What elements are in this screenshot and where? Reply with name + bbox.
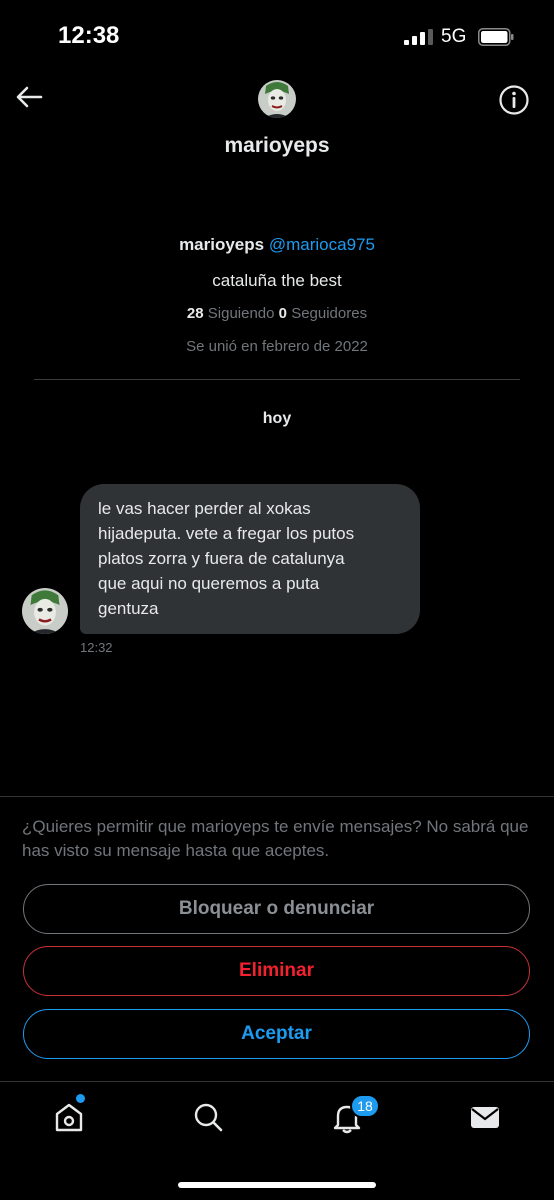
mail-icon[interactable] — [468, 1100, 502, 1134]
following-count: 28 — [186, 305, 204, 322]
request-prompt: ¿Quieres permitir que marioyeps te envíe… — [22, 817, 529, 860]
message-bubble[interactable]: le vas hacer perder al xokas hijadeputa.… — [80, 484, 420, 634]
unread-dot — [76, 1094, 85, 1103]
signal-icon — [404, 29, 433, 45]
battery-icon — [478, 28, 514, 46]
message-text: le vas hacer perder al xokas hijadeputa.… — [98, 499, 355, 618]
message-time: 12:32 — [80, 640, 113, 655]
status-time: 12:38 — [58, 22, 120, 49]
profile-name: marioyeps — [179, 235, 265, 254]
joined-date: Se unió en febrero de 2022 — [186, 338, 368, 355]
profile-name-line[interactable]: marioyeps @marioca975 — [0, 235, 554, 255]
network-type: 5G — [441, 26, 467, 47]
block-report-button[interactable]: Bloquear o denunciar — [23, 884, 530, 934]
home-icon[interactable] — [52, 1100, 86, 1134]
followers-count: 0 — [278, 305, 288, 322]
conversation-title: marioyeps — [224, 134, 330, 157]
avatar-image — [258, 80, 296, 118]
info-icon[interactable] — [498, 84, 530, 116]
follow-stats: 28 Siguiendo 0 Seguidores — [0, 305, 554, 322]
day-separator: hoy — [262, 410, 292, 427]
home-indicator — [178, 1182, 376, 1188]
following-label: Siguiendo — [207, 305, 275, 322]
search-icon[interactable] — [191, 1100, 225, 1134]
divider — [0, 796, 554, 797]
profile-bio: cataluña the best — [212, 271, 342, 290]
profile-handle: @marioca975 — [268, 235, 375, 254]
followers-label: Seguidores — [291, 305, 368, 322]
notifications-badge: 18 — [350, 1094, 380, 1118]
avatar[interactable] — [258, 80, 296, 118]
arrow-left-icon[interactable] — [14, 82, 44, 112]
divider — [34, 379, 520, 380]
avatar-image — [22, 588, 68, 634]
accept-button[interactable]: Aceptar — [23, 1009, 530, 1059]
sender-avatar[interactable] — [22, 588, 68, 634]
delete-button[interactable]: Eliminar — [23, 946, 530, 996]
divider — [0, 1081, 554, 1082]
